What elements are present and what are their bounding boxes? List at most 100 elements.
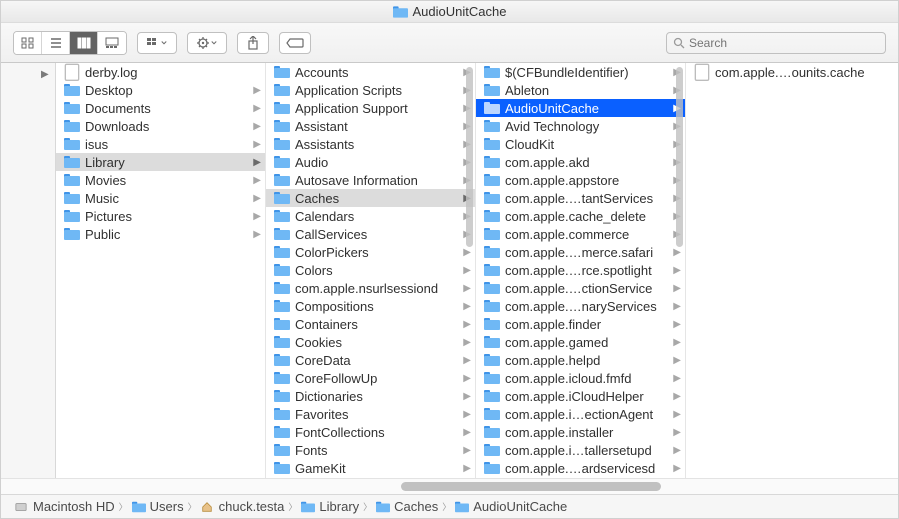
column-1[interactable]: derby.logDesktop▶Documents▶Downloads▶isu… — [56, 63, 266, 478]
column-2[interactable]: Accounts▶Application Scripts▶Application… — [266, 63, 476, 478]
chevron-right-icon: ▶ — [463, 373, 471, 384]
list-item[interactable]: Cookies▶ — [266, 333, 475, 351]
list-item[interactable]: Assistants▶ — [266, 135, 475, 153]
list-item[interactable]: Movies▶ — [56, 171, 265, 189]
list-item[interactable]: Dictionaries▶ — [266, 387, 475, 405]
chevron-right-icon: ▶ — [673, 391, 681, 402]
list-item[interactable]: com.apple.…naryServices▶ — [476, 297, 685, 315]
item-label: derby.log — [85, 65, 261, 80]
folder-icon — [64, 173, 80, 187]
view-list-button[interactable] — [42, 32, 70, 54]
column-3[interactable]: $(CFBundleIdentifier)▶Ableton▶AudioUnitC… — [476, 63, 686, 478]
folder-icon — [274, 425, 290, 439]
list-item[interactable]: Calendars▶ — [266, 207, 475, 225]
breadcrumb-item[interactable]: chuck.testa — [201, 499, 285, 514]
list-item[interactable]: Documents▶ — [56, 99, 265, 117]
breadcrumb-item[interactable]: Users — [132, 499, 184, 514]
list-item[interactable]: CoreData▶ — [266, 351, 475, 369]
list-item[interactable]: Downloads▶ — [56, 117, 265, 135]
list-item[interactable]: com.apple.nsurlsessiond▶ — [266, 279, 475, 297]
list-item[interactable]: Application Scripts▶ — [266, 81, 475, 99]
horizontal-scrollbar[interactable] — [1, 478, 898, 494]
breadcrumb-item[interactable]: Caches — [376, 499, 438, 514]
item-label: Documents — [85, 101, 251, 116]
scrollbar[interactable] — [676, 67, 683, 247]
list-item[interactable]: Caches▶ — [266, 189, 475, 207]
list-item[interactable]: com.apple.cache_delete▶ — [476, 207, 685, 225]
breadcrumb-item[interactable]: Macintosh HD — [15, 499, 115, 514]
list-item[interactable]: com.apple.i…ectionAgent▶ — [476, 405, 685, 423]
list-item[interactable]: com.apple.icloud.fmfd▶ — [476, 369, 685, 387]
view-column-button[interactable] — [70, 32, 98, 54]
list-item[interactable]: com.apple.helpd▶ — [476, 351, 685, 369]
share-button[interactable] — [237, 32, 269, 54]
item-label: com.apple.appstore — [505, 173, 671, 188]
list-item[interactable]: Fonts▶ — [266, 441, 475, 459]
tags-button[interactable] — [279, 32, 311, 54]
view-icon-button[interactable] — [14, 32, 42, 54]
list-item[interactable]: com.apple.akd▶ — [476, 153, 685, 171]
path-bar: Macintosh HD〉Users〉chuck.testa〉Library〉C… — [1, 494, 898, 518]
list-item[interactable]: Colors▶ — [266, 261, 475, 279]
item-label: Caches — [295, 191, 461, 206]
action-menu[interactable] — [187, 32, 227, 54]
list-item[interactable]: Containers▶ — [266, 315, 475, 333]
list-item[interactable]: com.apple.finder▶ — [476, 315, 685, 333]
chevron-right-icon: ▶ — [673, 463, 681, 474]
list-item[interactable]: Assistant▶ — [266, 117, 475, 135]
list-item[interactable]: ColorPickers▶ — [266, 243, 475, 261]
list-item[interactable]: com.apple.…tantServices▶ — [476, 189, 685, 207]
list-item[interactable]: isus▶ — [56, 135, 265, 153]
list-item[interactable]: Compositions▶ — [266, 297, 475, 315]
arrange-menu[interactable] — [137, 32, 177, 54]
list-item[interactable]: Ableton▶ — [476, 81, 685, 99]
list-item[interactable]: com.apple.commerce▶ — [476, 225, 685, 243]
list-item[interactable]: Avid Technology▶ — [476, 117, 685, 135]
list-item[interactable]: com.apple.appstore▶ — [476, 171, 685, 189]
list-item[interactable]: com.apple.i…tallersetupd▶ — [476, 441, 685, 459]
breadcrumb-item[interactable]: Library — [301, 499, 359, 514]
column-4[interactable]: com.apple.…ounits.cache — [686, 63, 898, 478]
list-item[interactable]: Autosave Information▶ — [266, 171, 475, 189]
list-item[interactable]: CloudKit▶ — [476, 135, 685, 153]
folder-icon — [274, 137, 290, 151]
scrollbar[interactable] — [466, 67, 473, 247]
list-item[interactable]: AudioUnitCache▶ — [476, 99, 685, 117]
list-item[interactable]: com.apple.…merce.safari▶ — [476, 243, 685, 261]
list-item[interactable]: Public▶ — [56, 225, 265, 243]
list-item[interactable]: com.apple.…ounits.cache — [686, 63, 898, 81]
list-item[interactable]: Favorites▶ — [266, 405, 475, 423]
list-item[interactable]: $(CFBundleIdentifier)▶ — [476, 63, 685, 81]
list-item[interactable]: derby.log — [56, 63, 265, 81]
list-item[interactable]: CallServices▶ — [266, 225, 475, 243]
list-item[interactable]: Desktop▶ — [56, 81, 265, 99]
folder-icon — [274, 83, 290, 97]
list-item[interactable]: Application Support▶ — [266, 99, 475, 117]
list-item[interactable]: Pictures▶ — [56, 207, 265, 225]
list-item[interactable]: Library▶ — [56, 153, 265, 171]
item-label: ColorPickers — [295, 245, 461, 260]
list-item[interactable]: Audio▶ — [266, 153, 475, 171]
list-item[interactable]: Accounts▶ — [266, 63, 475, 81]
breadcrumb-item[interactable]: AudioUnitCache — [455, 499, 567, 514]
chevron-right-icon: ▶ — [463, 337, 471, 348]
list-item[interactable]: com.apple.gamed▶ — [476, 333, 685, 351]
view-gallery-button[interactable] — [98, 32, 126, 54]
list-item[interactable]: Music▶ — [56, 189, 265, 207]
disclosure-triangle[interactable]: ▶ — [41, 69, 49, 80]
list-item[interactable]: com.apple.…ardservicesd▶ — [476, 459, 685, 477]
list-item[interactable]: FontCollections▶ — [266, 423, 475, 441]
list-item[interactable]: GameKit▶ — [266, 459, 475, 477]
list-item[interactable]: CoreFollowUp▶ — [266, 369, 475, 387]
chevron-right-icon: ▶ — [673, 319, 681, 330]
search-field[interactable] — [666, 32, 886, 54]
list-item[interactable]: com.apple.…rce.spotlight▶ — [476, 261, 685, 279]
scrollbar-thumb[interactable] — [401, 482, 661, 491]
list-item[interactable]: com.apple.…ctionService▶ — [476, 279, 685, 297]
list-item[interactable]: com.apple.installer▶ — [476, 423, 685, 441]
chevron-right-icon: ▶ — [463, 283, 471, 294]
search-input[interactable] — [689, 36, 879, 50]
item-label: com.apple.helpd — [505, 353, 671, 368]
folder-icon — [274, 173, 290, 187]
list-item[interactable]: com.apple.iCloudHelper▶ — [476, 387, 685, 405]
